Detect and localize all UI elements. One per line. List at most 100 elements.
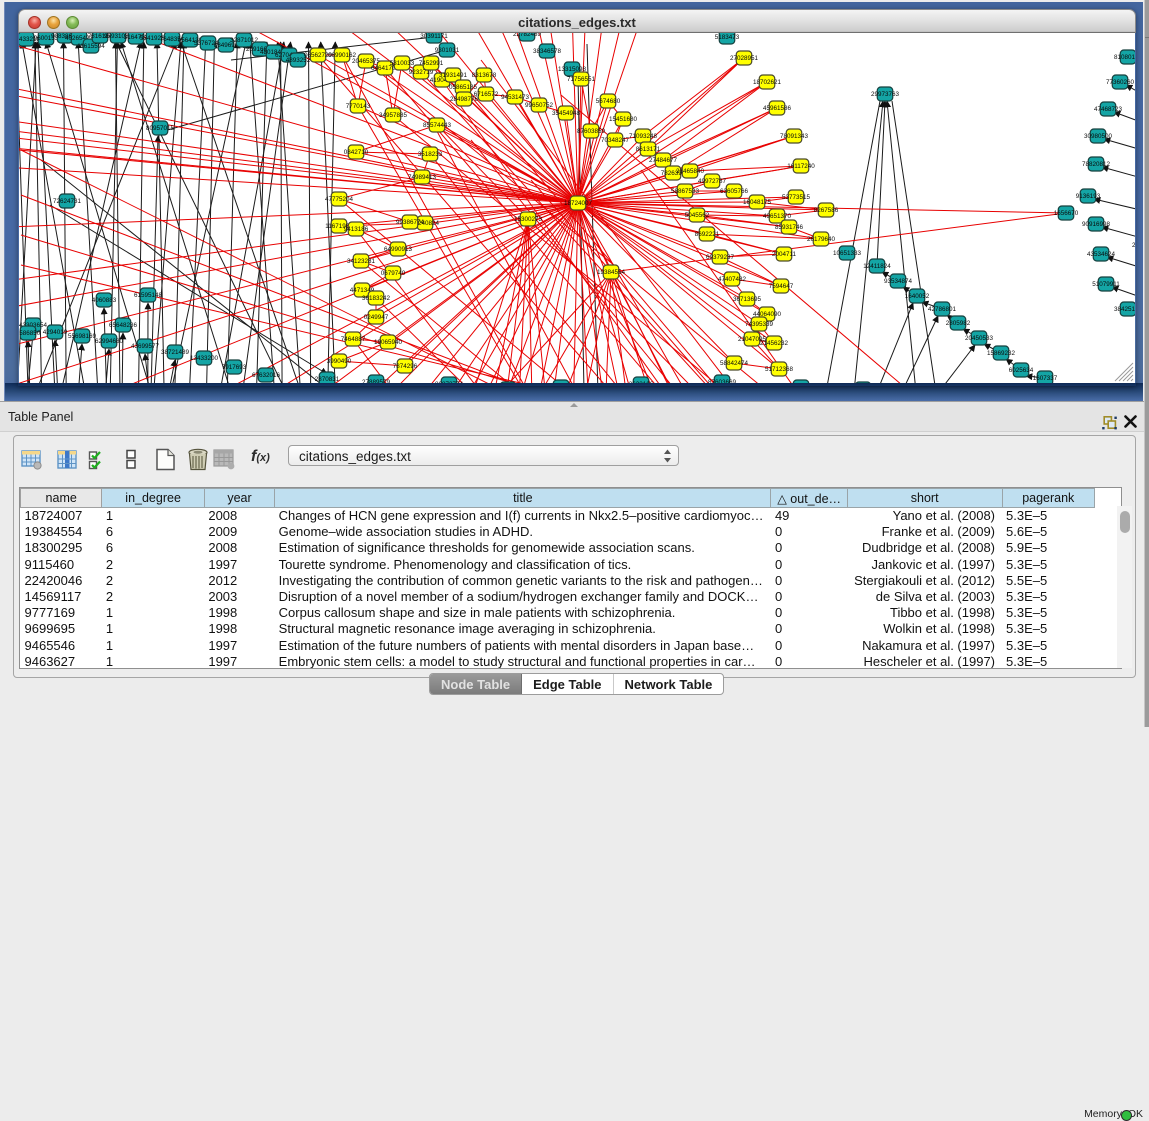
svg-text:29973763: 29973763 — [871, 91, 900, 98]
svg-text:7917693: 7917693 — [222, 364, 247, 371]
svg-text:15451680: 15451680 — [609, 116, 638, 123]
svg-text:19065940: 19065940 — [374, 339, 403, 346]
svg-text:43699577: 43699577 — [131, 343, 160, 350]
svg-text:3990490: 3990490 — [327, 358, 352, 365]
svg-text:85574443: 85574443 — [423, 122, 452, 129]
svg-text:27484677: 27484677 — [649, 157, 678, 164]
svg-text:19384554: 19384554 — [597, 269, 626, 276]
svg-text:74989413: 74989413 — [408, 174, 437, 181]
svg-text:99386774: 99386774 — [396, 219, 425, 226]
svg-text:93534874: 93534874 — [884, 278, 913, 285]
svg-text:36183242: 36183242 — [362, 295, 391, 302]
svg-text:58842474: 58842474 — [720, 360, 749, 367]
svg-text:77360260: 77360260 — [1106, 79, 1135, 86]
svg-text:71093248: 71093248 — [629, 133, 658, 140]
svg-text:15300273: 15300273 — [514, 216, 543, 223]
svg-text:30980500: 30980500 — [1084, 133, 1113, 140]
svg-text:3623166: 3623166 — [629, 381, 654, 383]
svg-text:55698169: 55698169 — [68, 333, 97, 340]
svg-text:8313678: 8313678 — [472, 72, 497, 79]
svg-text:8613171: 8613171 — [636, 146, 661, 153]
svg-text:67632016: 67632016 — [252, 372, 281, 379]
svg-text:58867533: 58867533 — [671, 188, 700, 195]
svg-text:7874296: 7874296 — [393, 363, 418, 370]
svg-text:34123281: 34123281 — [347, 258, 376, 265]
svg-text:5674680: 5674680 — [596, 98, 621, 105]
svg-text:85931746: 85931746 — [775, 224, 804, 231]
svg-text:35454948: 35454948 — [552, 110, 581, 117]
svg-text:22782489: 22782489 — [513, 33, 542, 38]
svg-text:1640052: 1640052 — [905, 293, 930, 300]
svg-text:69379237: 69379237 — [706, 254, 735, 261]
svg-text:20450533: 20450533 — [965, 335, 994, 342]
svg-text:10651333: 10651333 — [833, 250, 862, 257]
svg-text:4060883: 4060883 — [92, 297, 117, 304]
svg-text:65648236: 65648236 — [109, 322, 138, 329]
svg-text:49651370: 49651370 — [763, 213, 792, 220]
svg-text:12411824: 12411824 — [863, 263, 891, 270]
svg-text:27889579: 27889579 — [362, 379, 391, 383]
svg-text:87603669: 87603669 — [708, 379, 737, 383]
svg-text:2004711: 2004711 — [772, 251, 797, 258]
svg-text:18702621: 18702621 — [753, 79, 782, 86]
svg-text:62994680: 62994680 — [95, 338, 124, 345]
svg-text:21456232: 21456232 — [760, 340, 789, 347]
svg-text:49972787: 49972787 — [698, 178, 727, 185]
svg-text:42786801: 42786801 — [928, 306, 957, 313]
svg-text:27849808: 27849808 — [1132, 242, 1135, 249]
svg-text:5183473: 5183473 — [715, 34, 740, 41]
svg-text:43534624: 43534624 — [1087, 251, 1116, 258]
svg-text:87603859: 87603859 — [577, 128, 606, 135]
svg-text:34957885: 34957885 — [379, 112, 408, 119]
svg-text:6025634: 6025634 — [1009, 367, 1034, 374]
svg-text:51712368: 51712368 — [765, 366, 794, 373]
svg-text:16117240: 16117240 — [787, 163, 815, 170]
svg-text:74395339: 74395339 — [745, 321, 774, 328]
svg-text:47468723: 47468723 — [1094, 106, 1123, 113]
svg-text:36713695: 36713695 — [733, 296, 762, 303]
svg-text:81080132: 81080132 — [1114, 54, 1135, 61]
svg-text:45961586: 45961586 — [763, 105, 792, 112]
svg-text:72624731: 72624731 — [53, 198, 82, 205]
svg-text:61595148: 61595148 — [134, 292, 163, 299]
svg-text:20465375: 20465375 — [352, 58, 381, 65]
svg-text:53773515: 53773515 — [782, 194, 811, 201]
svg-text:31931491: 31931491 — [439, 72, 468, 79]
svg-text:78091343: 78091343 — [780, 133, 809, 140]
svg-text:99650752: 99650752 — [525, 102, 554, 109]
svg-text:0842710: 0842710 — [344, 149, 369, 156]
svg-text:47407482: 47407482 — [718, 276, 747, 283]
svg-text:11615594: 11615594 — [77, 43, 105, 50]
svg-text:7452991: 7452991 — [419, 60, 444, 67]
svg-text:7770143: 7770143 — [346, 103, 371, 110]
svg-text:28498776: 28498776 — [450, 96, 479, 103]
svg-text:18724007: 18724007 — [564, 200, 593, 207]
svg-text:7594647: 7594647 — [769, 283, 794, 290]
svg-text:4586850: 4586850 — [19, 330, 41, 337]
svg-text:86872774: 86872774 — [435, 381, 464, 383]
svg-text:15869232: 15869232 — [987, 350, 1016, 357]
svg-text:38721489: 38721489 — [161, 349, 190, 356]
svg-text:94531473: 94531473 — [501, 94, 530, 101]
svg-text:51079911: 51079911 — [1092, 281, 1120, 288]
svg-text:38425135: 38425135 — [1114, 306, 1135, 313]
svg-text:1607337: 1607337 — [1033, 375, 1058, 382]
svg-text:38346578: 38346578 — [533, 48, 562, 55]
svg-text:64990913: 64990913 — [384, 246, 413, 253]
svg-text:9301031: 9301031 — [435, 47, 460, 54]
svg-text:30391171: 30391171 — [420, 33, 448, 40]
svg-text:0679740: 0679740 — [381, 270, 406, 277]
svg-text:63605766: 63605766 — [720, 188, 749, 195]
svg-text:70348247: 70348247 — [601, 137, 630, 144]
svg-text:21465840: 21465840 — [676, 168, 705, 175]
svg-text:47775204: 47775204 — [325, 196, 354, 203]
svg-text:9413186: 9413186 — [344, 226, 369, 233]
svg-text:2805982: 2805982 — [946, 320, 971, 327]
svg-text:26179640: 26179640 — [807, 236, 836, 243]
svg-text:8267586: 8267586 — [814, 207, 839, 214]
svg-text:90916998: 90916998 — [1082, 221, 1111, 228]
svg-text:27028951: 27028951 — [730, 55, 759, 62]
svg-text:9136193: 9136193 — [1076, 193, 1101, 200]
svg-text:7464887: 7464887 — [341, 336, 366, 343]
svg-text:4294019: 4294019 — [43, 329, 68, 336]
